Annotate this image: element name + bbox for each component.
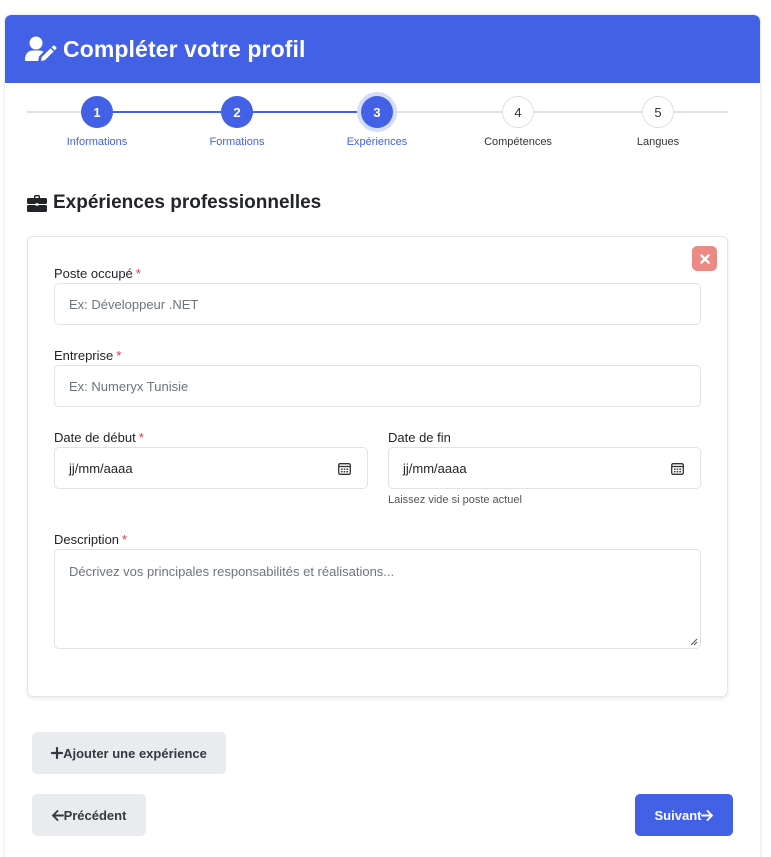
step-number: 2 [221, 96, 253, 128]
add-experience-button[interactable]: Ajouter une expérience [32, 732, 226, 774]
user-edit-icon [25, 36, 57, 62]
poste-placeholder: Ex: Développeur .NET [69, 296, 199, 312]
step-label: Informations [66, 136, 128, 148]
step-number: 4 [502, 96, 534, 128]
step-label: Langues [636, 136, 680, 148]
step-competences[interactable]: 4 Compétences [463, 96, 573, 148]
required-marker: * [116, 348, 122, 363]
progress-stepper: 1 Informations 2 Formations 3 Expérience… [27, 96, 728, 156]
step-number: 5 [642, 96, 674, 128]
step-experiences[interactable]: 3 Expériences [322, 96, 432, 148]
header: Compléter votre profil [5, 15, 760, 83]
next-label: Suivant [654, 807, 702, 823]
date-debut-input[interactable]: jj/mm/aaaa [54, 447, 368, 489]
description-label: Description * [54, 532, 127, 547]
poste-label: Poste occupé * [54, 266, 141, 281]
description-textarea[interactable]: Décrivez vos principales responsabilités… [54, 549, 701, 649]
date-debut-value: jj/mm/aaaa [69, 460, 133, 476]
calendar-icon[interactable] [671, 462, 684, 475]
step-label: Compétences [484, 136, 552, 148]
next-button[interactable]: Suivant [635, 794, 733, 836]
date-fin-value: jj/mm/aaaa [403, 460, 467, 476]
resize-handle-icon[interactable] [689, 637, 698, 646]
date-fin-label: Date de fin [388, 430, 451, 445]
section-title: Expériences professionnelles [53, 192, 322, 213]
entreprise-placeholder: Ex: Numeryx Tunisie [69, 378, 189, 394]
plus-icon [51, 747, 64, 759]
date-debut-label-text: Date de début [54, 430, 136, 445]
step-number: 1 [81, 96, 113, 128]
arrow-left-icon [51, 809, 64, 821]
entreprise-label: Entreprise * [54, 348, 121, 363]
step-label: Expériences [346, 136, 408, 148]
briefcase-icon [27, 194, 47, 212]
description-label-text: Description [54, 532, 120, 547]
arrow-right-icon [701, 809, 714, 821]
entreprise-label-text: Entreprise [54, 348, 114, 363]
experience-card: Poste occupé * Ex: Développeur .NET Entre… [27, 236, 728, 697]
date-fin-label-text: Date de fin [388, 430, 451, 445]
step-formations[interactable]: 2 Formations [182, 96, 292, 148]
step-number: 3 [361, 96, 393, 128]
poste-input[interactable]: Ex: Développeur .NET [54, 283, 701, 325]
page-title: Compléter votre profil [63, 35, 306, 62]
step-label: Formations [209, 136, 265, 148]
date-fin-input[interactable]: jj/mm/aaaa [388, 447, 701, 489]
step-langues[interactable]: 5 Langues [603, 96, 713, 148]
step-informations[interactable]: 1 Informations [42, 96, 152, 148]
date-fin-help: Laissez vide si poste actuel [388, 494, 522, 506]
close-icon [699, 253, 710, 264]
required-marker: * [135, 266, 141, 281]
entreprise-input[interactable]: Ex: Numeryx Tunisie [54, 365, 701, 407]
previous-button[interactable]: Précédent [32, 794, 146, 836]
required-marker: * [122, 532, 128, 547]
poste-label-text: Poste occupé [54, 266, 133, 281]
remove-experience-button[interactable] [692, 246, 717, 271]
calendar-icon[interactable] [338, 462, 351, 475]
description-placeholder: Décrivez vos principales responsabilités… [69, 564, 395, 579]
previous-label: Précédent [63, 807, 127, 823]
section-heading: Expériences professionnelles [27, 192, 321, 214]
add-experience-label: Ajouter une expérience [63, 745, 207, 761]
required-marker: * [138, 430, 144, 445]
date-debut-label: Date de début * [54, 430, 144, 445]
